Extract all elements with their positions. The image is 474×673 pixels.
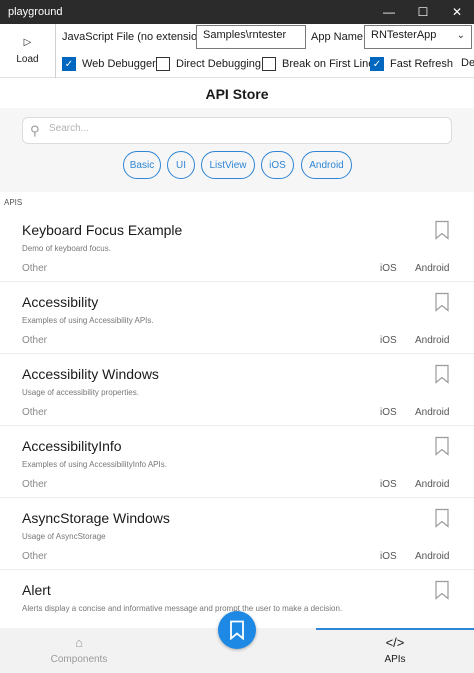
bookmark-icon[interactable] (433, 580, 451, 600)
maximize-icon[interactable]: ☐ (406, 0, 440, 24)
page-title: API Store (205, 86, 269, 102)
item-category: Other (22, 551, 48, 562)
checkbox-checked-icon: ✓ (62, 57, 76, 71)
checkbox-unchecked-icon (262, 57, 276, 71)
bookmark-icon[interactable] (433, 508, 451, 528)
item-category: Other (22, 263, 48, 274)
chip-ios[interactable]: iOS (261, 151, 294, 179)
list-item[interactable]: AsyncStorage Windows Usage of AsyncStora… (0, 498, 474, 570)
code-icon: </> (385, 635, 405, 650)
chevron-down-icon: ⌄ (456, 30, 465, 41)
filter-panel: ⚲ Search... Basic UI ListView iOS Androi… (0, 108, 474, 192)
app-name-label: App Name: (311, 31, 367, 43)
list-item[interactable]: Accessibility Examples of using Accessib… (0, 282, 474, 354)
item-category: Other (22, 335, 48, 346)
bookmark-icon[interactable] (433, 220, 451, 240)
web-debugger-checkbox[interactable]: ✓ Web Debugger (62, 57, 156, 71)
debugger-extra-checkbox[interactable]: De (461, 57, 474, 69)
item-platform-ios: iOS (380, 479, 397, 490)
tab-apis-label: APIs (384, 654, 406, 665)
js-file-input[interactable]: Samples\rntester (196, 25, 306, 49)
bookmark-icon (230, 620, 244, 640)
list-item[interactable]: AccessibilityInfo Examples of using Acce… (0, 426, 474, 498)
fast-refresh-label: Fast Refresh (390, 58, 453, 70)
list-item[interactable]: Accessibility Windows Usage of accessibi… (0, 354, 474, 426)
home-icon: ⌂ (75, 635, 83, 650)
direct-debugging-label: Direct Debugging (176, 58, 261, 70)
app-name-value: RNTesterApp (371, 29, 437, 41)
item-platform-android: Android (415, 551, 450, 562)
item-platform-android: Android (415, 335, 450, 346)
chip-basic[interactable]: Basic (123, 151, 161, 179)
item-platform-ios: iOS (380, 263, 397, 274)
break-first-line-checkbox[interactable]: Break on First Line (262, 57, 374, 71)
direct-debugging-checkbox[interactable]: Direct Debugging (156, 57, 261, 71)
minimize-icon[interactable]: — (372, 0, 406, 24)
chip-android[interactable]: Android (301, 151, 352, 179)
window-title: playground (8, 6, 63, 18)
close-icon[interactable]: ✕ (440, 0, 474, 24)
item-title: Accessibility Windows (22, 366, 159, 382)
item-title: AccessibilityInfo (22, 438, 122, 454)
bookmark-icon[interactable] (433, 292, 451, 312)
item-platform-android: Android (415, 479, 450, 490)
item-platform-ios: iOS (380, 407, 397, 418)
item-category: Other (22, 479, 48, 490)
item-description: Usage of AsyncStorage (22, 532, 106, 541)
fast-refresh-checkbox[interactable]: ✓ Fast Refresh (370, 57, 453, 71)
item-description: Examples of using Accessibility APIs. (22, 316, 154, 325)
load-button[interactable]: ▷ Load (0, 24, 56, 78)
item-title: Alert (22, 582, 51, 598)
tab-components-label: Components (50, 654, 108, 665)
bookmark-icon[interactable] (433, 364, 451, 384)
window-titlebar: playground — ☐ ✕ (0, 0, 474, 24)
web-debugger-label: Web Debugger (82, 58, 156, 70)
bookmarks-fab-button[interactable] (218, 611, 256, 649)
item-platform-ios: iOS (380, 551, 397, 562)
item-description: Demo of keyboard focus. (22, 244, 111, 253)
item-platform-android: Android (415, 407, 450, 418)
section-label: APIS (4, 198, 23, 207)
tab-components[interactable]: ⌂ Components (0, 628, 158, 673)
break-first-line-label: Break on First Line (282, 58, 375, 70)
app-name-select[interactable]: RNTesterApp ⌄ (364, 25, 472, 49)
item-description: Examples of using AccessibilityInfo APIs… (22, 460, 167, 469)
item-title: AsyncStorage Windows (22, 510, 170, 526)
chip-listview[interactable]: ListView (201, 151, 255, 179)
load-label: Load (16, 54, 39, 65)
tab-apis[interactable]: </> APIs (316, 628, 474, 673)
item-platform-ios: iOS (380, 335, 397, 346)
checkbox-unchecked-icon (156, 57, 170, 71)
search-placeholder: Search... (49, 123, 90, 134)
chip-ui[interactable]: UI (167, 151, 195, 179)
item-category: Other (22, 407, 48, 418)
search-input[interactable]: ⚲ Search... (22, 117, 452, 144)
list-item[interactable]: Keyboard Focus Example Demo of keyboard … (0, 210, 474, 282)
toolbar: ▷ Load JavaScript File (no extension): S… (0, 24, 474, 78)
item-title: Accessibility (22, 294, 99, 310)
debugger-extra-label: De (461, 57, 474, 69)
item-description: Usage of accessibility properties. (22, 388, 139, 397)
play-icon: ▷ (23, 37, 32, 48)
item-platform-android: Android (415, 263, 450, 274)
item-description: Alerts display a concise and informative… (22, 604, 343, 613)
item-title: Keyboard Focus Example (22, 222, 183, 238)
bookmark-icon[interactable] (433, 436, 451, 456)
search-icon: ⚲ (30, 123, 40, 138)
js-file-label: JavaScript File (no extension): (62, 31, 210, 43)
checkbox-checked-icon: ✓ (370, 57, 384, 71)
